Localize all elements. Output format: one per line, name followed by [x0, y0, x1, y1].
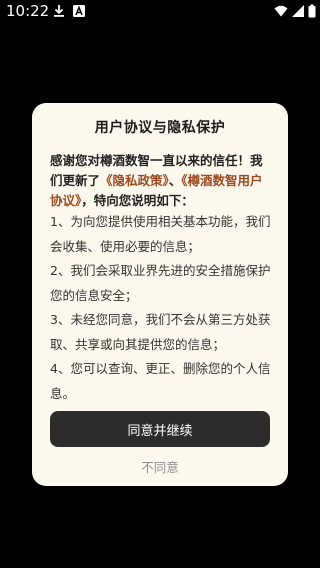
agree-and-continue-button[interactable]: 同意并继续 [50, 411, 270, 447]
intro-text-end: ，特向您说明如下： [81, 193, 194, 208]
terms-item: 3、未经您同意，我们不会从第三方处获取、共享或向其提供您的信息； [50, 312, 271, 352]
a-notification-icon [73, 5, 85, 17]
download-icon [54, 5, 64, 17]
battery-icon [308, 4, 316, 18]
dialog-intro: 感谢您对樽酒数智一直以来的信任！我们更新了《隐私政策》、《樽酒数智用户协议》，特… [50, 151, 274, 211]
dialog-title: 用户协议与隐私保护 [94, 120, 226, 136]
privacy-dialog: 用户协议与隐私保护 感谢您对樽酒数智一直以来的信任！我们更新了《隐私政策》、《樽… [32, 103, 288, 486]
privacy-policy-link[interactable]: 《隐私政策》 [100, 173, 169, 188]
terms-list: 1、为向您提供使用相关基本功能，我们会收集、使用必要的信息； 2、我们会采取业界… [50, 210, 274, 406]
terms-item: 4、您可以查询、更正、删除您的个人信息。 [50, 361, 271, 401]
signal-icon [292, 5, 304, 17]
decline-button[interactable]: 不同意 [32, 457, 288, 476]
intro-separator: 、 [168, 173, 182, 188]
terms-item: 2、我们会采取业界先进的安全措施保护您的信息安全； [50, 263, 271, 303]
status-bar: 10:22 [0, 0, 320, 24]
terms-item: 1、为向您提供使用相关基本功能，我们会收集、使用必要的信息； [50, 214, 271, 254]
wifi-icon [274, 5, 288, 17]
status-time: 10:22 [6, 2, 50, 20]
